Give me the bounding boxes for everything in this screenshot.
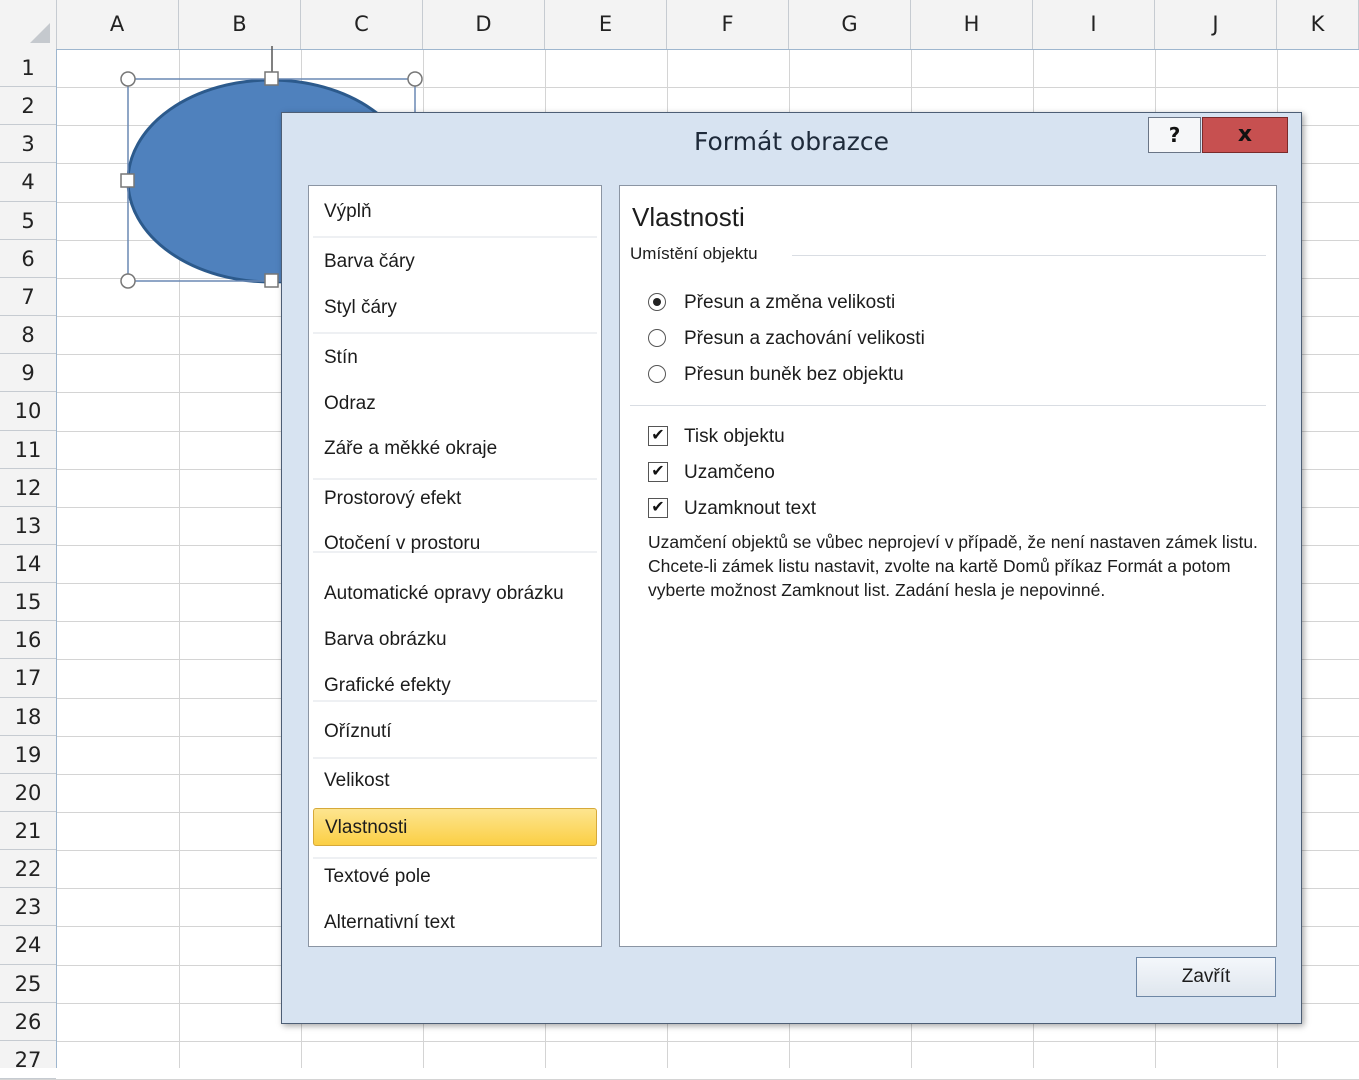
column-header-f[interactable]: F: [667, 0, 789, 49]
nav-item-3[interactable]: Styl čáry: [313, 289, 597, 327]
nav-separator: [313, 332, 597, 334]
column-header-i[interactable]: I: [1033, 0, 1155, 49]
format-shape-dialog: Formát obrazce ? x Výplň Barva čáry Styl č…: [281, 112, 1302, 1024]
row-header-18[interactable]: 18: [0, 698, 56, 736]
row-header-23[interactable]: 23: [0, 888, 56, 926]
row-header-21[interactable]: 21: [0, 812, 56, 850]
radio-label: Přesun a změna velikosti: [684, 292, 896, 313]
column-header-e[interactable]: E: [545, 0, 667, 49]
panel-title: Vlastnosti: [632, 202, 745, 232]
radio-button[interactable]: [648, 365, 666, 383]
resize-handle[interactable]: [264, 71, 279, 86]
row-header-11[interactable]: 11: [0, 431, 56, 469]
section-divider: [630, 405, 1266, 406]
row-header-8[interactable]: 8: [0, 316, 56, 354]
row-header-26[interactable]: 26: [0, 1003, 56, 1041]
checkbox[interactable]: ✔: [648, 498, 668, 518]
checkbox[interactable]: ✔: [648, 462, 668, 482]
nav-separator: [313, 757, 597, 759]
nav-item-15[interactable]: Textové pole: [313, 858, 597, 896]
radio-label: Přesun a zachování velikosti: [684, 328, 925, 349]
column-header-h[interactable]: H: [911, 0, 1033, 49]
nav-item-16[interactable]: Alternativní text: [313, 904, 597, 942]
checkbox-label: Tisk objektu: [684, 426, 785, 447]
row-header-20[interactable]: 20: [0, 774, 56, 812]
resize-handle[interactable]: [120, 173, 135, 188]
row-header-24[interactable]: 24: [0, 926, 56, 965]
properties-panel: Vlastnosti Umístění objektu Přesun a změ…: [619, 185, 1277, 947]
nav-item-12[interactable]: Oříznutí: [313, 713, 597, 751]
nav-item-2[interactable]: Barva čáry: [313, 243, 597, 281]
help-button[interactable]: ?: [1148, 117, 1201, 153]
row-header-25[interactable]: 25: [0, 965, 56, 1003]
nav-item-8[interactable]: Otočení v prostoru: [313, 525, 597, 563]
nav-item-4[interactable]: Stín: [313, 339, 597, 377]
nav-item-1[interactable]: Výplň: [313, 193, 597, 231]
radio-label: Přesun buněk bez objektu: [684, 364, 904, 385]
row-header-17[interactable]: 17: [0, 659, 56, 698]
resize-handle[interactable]: [407, 71, 423, 87]
category-list: Výplň Barva čáry Styl čáry Stín Odraz Záře a …: [308, 185, 602, 947]
row-header-16[interactable]: 16: [0, 621, 56, 659]
column-header-k[interactable]: K: [1277, 0, 1359, 49]
nav-item-14[interactable]: Vlastnosti: [313, 808, 597, 846]
row-header-19[interactable]: 19: [0, 736, 56, 774]
nav-separator: [313, 236, 597, 238]
nav-item-5[interactable]: Odraz: [313, 385, 597, 423]
close-icon[interactable]: x: [1202, 117, 1288, 153]
row-header-22[interactable]: 22: [0, 850, 56, 888]
column-header-g[interactable]: G: [789, 0, 911, 49]
checkbox[interactable]: ✔: [648, 426, 668, 446]
info-note: Uzamčení objektů se vůbec neprojeví v př…: [648, 532, 1258, 600]
nav-item-10[interactable]: Barva obrázku: [313, 621, 597, 659]
row-header-12[interactable]: 12: [0, 469, 56, 507]
nav-item-6[interactable]: Záře a měkké okraje: [313, 430, 597, 468]
checkbox-label: Uzamčeno: [684, 462, 775, 483]
nav-item-11[interactable]: Grafické efekty: [313, 667, 597, 705]
checkbox-label: Uzamknout text: [684, 498, 816, 519]
close-dialog-button[interactable]: Zavřít: [1136, 957, 1276, 997]
row-header-15[interactable]: 15: [0, 583, 56, 621]
nav-item-7[interactable]: Prostorový efekt: [313, 480, 597, 518]
row-header-13[interactable]: 13: [0, 507, 56, 545]
resize-handle[interactable]: [264, 273, 279, 288]
group-label: Umístění objektu: [630, 244, 758, 263]
radio-button[interactable]: [648, 329, 666, 347]
row-header-14[interactable]: 14: [0, 545, 56, 583]
nav-item-13[interactable]: Velikost: [313, 762, 597, 800]
column-header-j[interactable]: J: [1155, 0, 1277, 49]
row-header-9[interactable]: 9: [0, 354, 56, 392]
group-divider: [792, 255, 1266, 256]
nav-item-9[interactable]: Automatické opravy obrázku: [313, 575, 597, 613]
row-header-27[interactable]: 27: [0, 1041, 56, 1079]
radio-button[interactable]: [648, 293, 666, 311]
resize-handle[interactable]: [120, 273, 136, 289]
resize-handle[interactable]: [120, 71, 136, 87]
row-header-10[interactable]: 10: [0, 392, 56, 431]
